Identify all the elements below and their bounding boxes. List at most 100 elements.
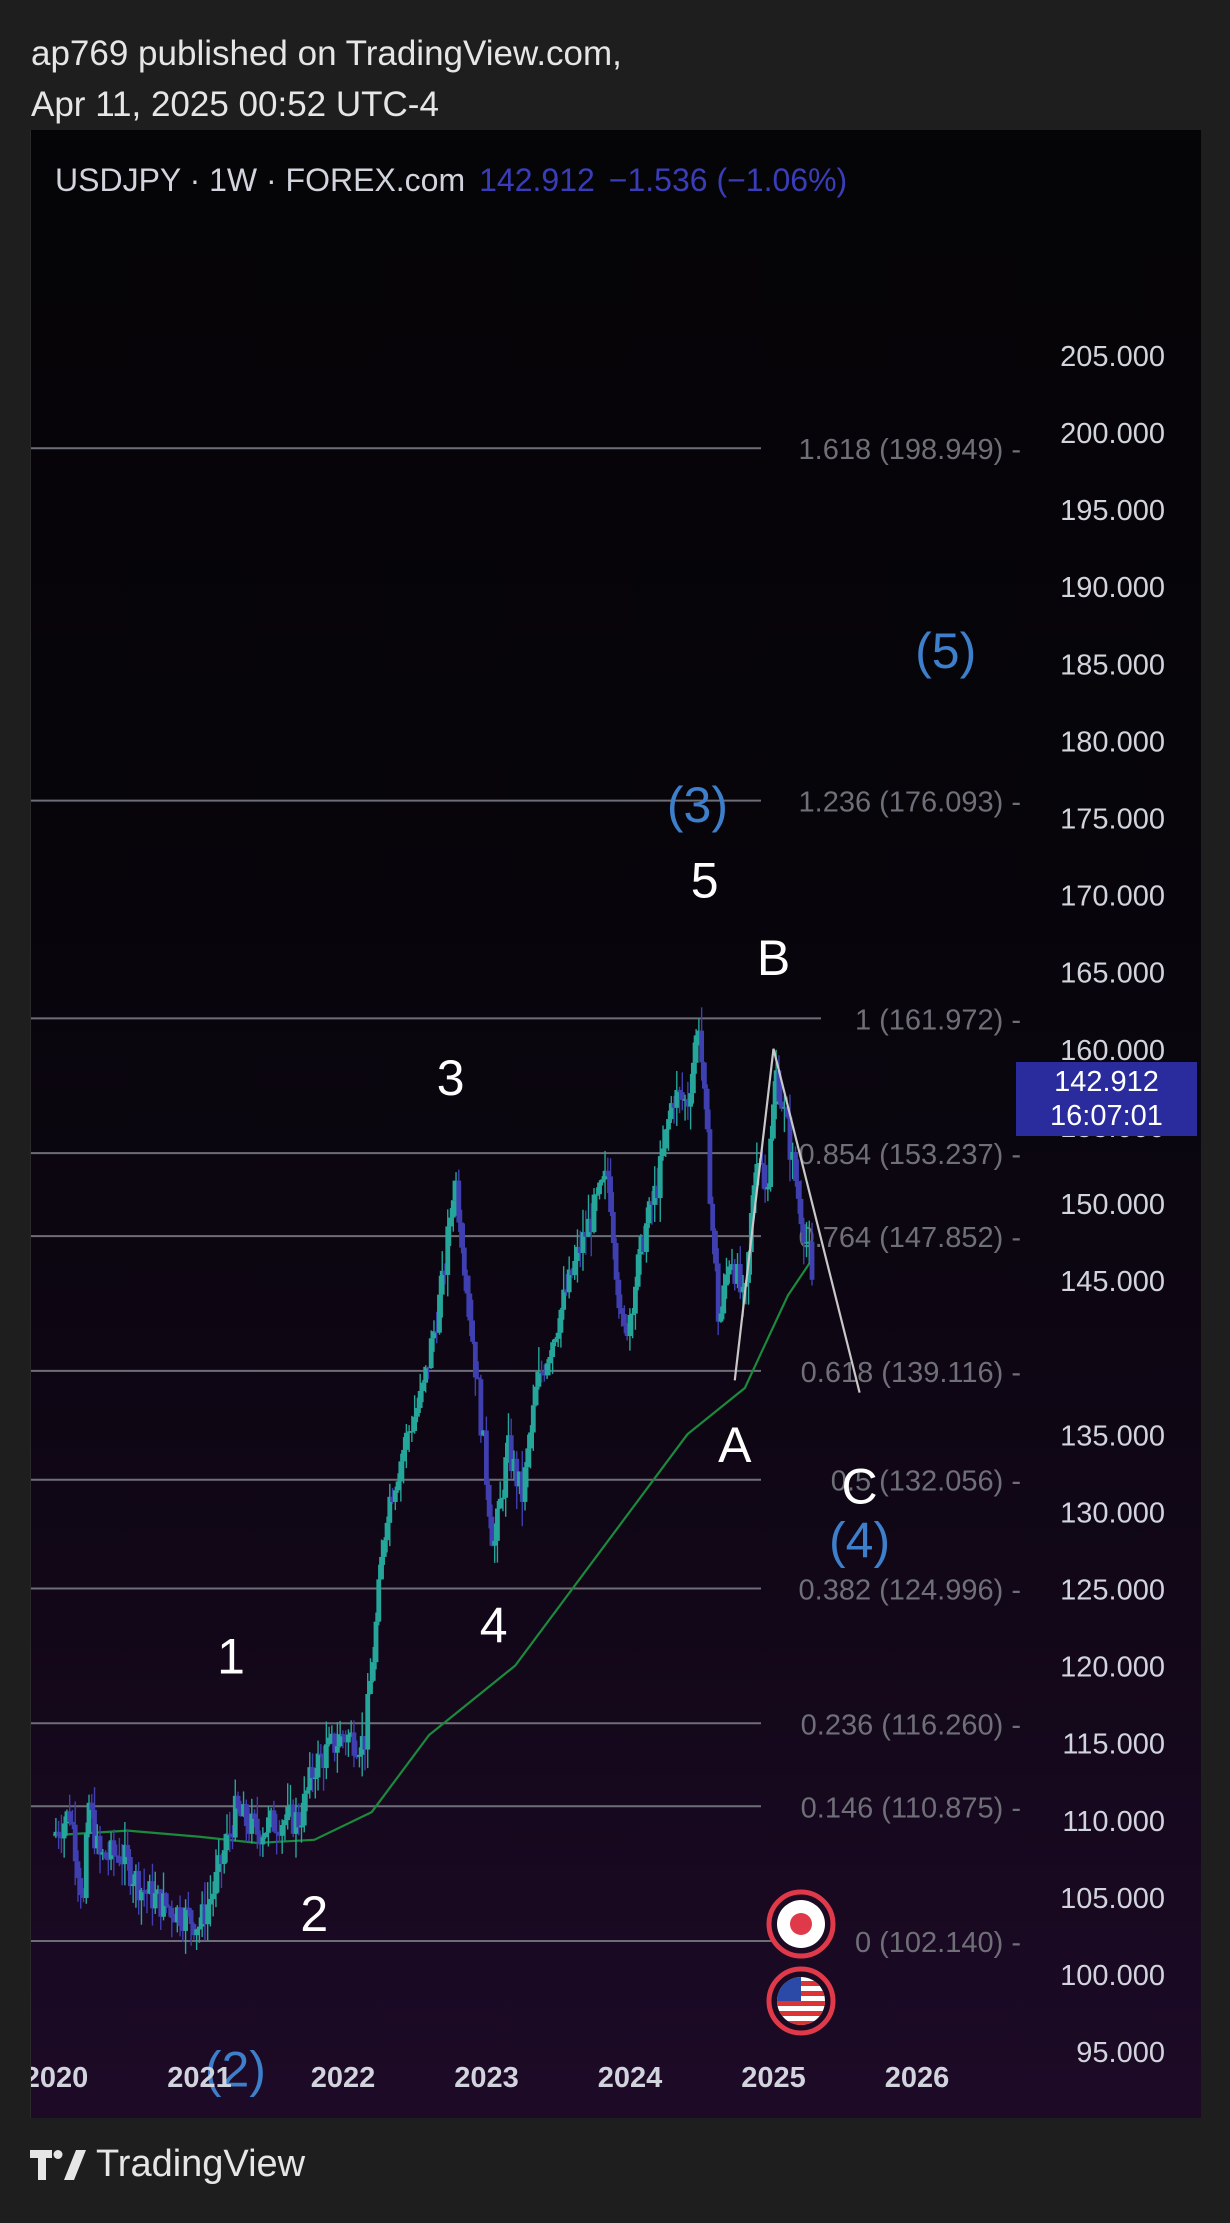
price-tick-label: 90.000 — [1076, 2114, 1165, 2118]
tradingview-footer[interactable]: TradingView — [30, 2143, 305, 2186]
candle-body — [605, 1170, 611, 1177]
candle-body — [448, 1217, 453, 1227]
candle-body — [707, 1129, 713, 1204]
candle-body — [265, 1817, 271, 1833]
tradingview-logo-icon — [30, 2149, 86, 2180]
fib-retracement: 1.618 (198.949) - 1.236 (176.093) - 1 (161… — [31, 434, 1021, 1959]
candle-body — [445, 1226, 451, 1275]
footer-brand: TradingView — [96, 2143, 306, 2185]
candle-body — [809, 1241, 815, 1280]
candle-body — [599, 1179, 605, 1183]
fib-level-label: 0.236 (116.260) - — [801, 1709, 1021, 1741]
candle-body — [312, 1777, 318, 1780]
price-tick-label: 125.000 — [1060, 1575, 1165, 1607]
bar-countdown: 16:07:01 — [1050, 1100, 1163, 1132]
us-flag-event-icon[interactable] — [766, 1966, 836, 2036]
publish-info: ap769 published on TradingView.com, Apr … — [31, 28, 622, 130]
candle-body — [166, 1906, 172, 1908]
candle-body — [403, 1432, 409, 1450]
candle-body — [619, 1308, 625, 1314]
chart-panel[interactable]: 1.618 (198.949) - 1.236 (176.093) - 1 (161… — [30, 130, 1201, 2118]
candle-body — [221, 1850, 227, 1864]
candle-body — [475, 1377, 481, 1380]
price-tick-label: 105.000 — [1060, 1883, 1165, 1915]
wave-label: 1 — [217, 1628, 245, 1684]
candle-body — [334, 1746, 340, 1753]
candle-body — [450, 1200, 456, 1218]
last-price-value: 142.912 — [1054, 1066, 1159, 1098]
candle-body — [627, 1314, 633, 1337]
candle-body — [536, 1371, 542, 1387]
candle-body — [103, 1852, 108, 1859]
candle-body — [528, 1432, 533, 1449]
candle-body — [213, 1871, 219, 1894]
candle-body — [252, 1813, 257, 1819]
price-tick-label: 120.000 — [1060, 1652, 1165, 1684]
candle-body — [459, 1222, 464, 1248]
legend-change: −1.536 (−1.06%) — [608, 162, 848, 198]
price-tick-label: 195.000 — [1060, 495, 1165, 527]
time-tick-label: 2026 — [885, 2062, 950, 2094]
price-tick-label: 110.000 — [1062, 1806, 1165, 1838]
candle-body — [660, 1148, 666, 1157]
fib-level-label: 1 (161.972) - — [855, 1004, 1021, 1036]
candle-body — [420, 1382, 426, 1391]
candle-body — [398, 1461, 404, 1482]
time-tick-label: 2021 — [167, 2062, 232, 2094]
candle-body — [525, 1448, 531, 1468]
wave-label: 3 — [437, 1050, 465, 1106]
candle-body — [467, 1293, 473, 1321]
candle-body — [693, 1035, 699, 1063]
candle-body — [533, 1386, 539, 1406]
price-tick-label: 135.000 — [1060, 1420, 1165, 1452]
wave-label: C — [842, 1459, 878, 1515]
symbol-legend[interactable]: USDJPY · 1W · FOREX.com 142.912 −1.536 (−1… — [55, 162, 847, 199]
candle-body — [423, 1366, 429, 1383]
candle-body — [674, 1090, 680, 1108]
candle-body — [594, 1194, 600, 1196]
candle-body — [163, 1893, 169, 1907]
candle-body — [472, 1341, 478, 1378]
candle-body — [561, 1289, 567, 1310]
candle-body — [89, 1802, 95, 1810]
candle-body — [409, 1431, 415, 1433]
wave-label: 5 — [691, 853, 719, 909]
time-tick-label: 2023 — [454, 2062, 519, 2094]
candle-body — [254, 1818, 260, 1835]
wave-label: B — [757, 930, 790, 986]
fib-level-label: 1.236 (176.093) - — [799, 787, 1021, 819]
candle-body — [346, 1734, 351, 1743]
candle-body — [663, 1129, 669, 1149]
candle-body — [263, 1832, 269, 1838]
candle-body — [282, 1820, 288, 1826]
price-tick-label: 175.000 — [1060, 804, 1165, 836]
candle-body — [56, 1831, 62, 1837]
candle-body — [351, 1732, 357, 1756]
symbol-info: USDJPY · 1W · FOREX.com — [55, 162, 466, 198]
candle-body — [801, 1224, 807, 1244]
candle-body — [296, 1812, 302, 1828]
candle-body — [301, 1793, 307, 1826]
candle-body — [315, 1753, 321, 1778]
fib-level-label: 0.854 (153.237) - — [799, 1139, 1021, 1171]
last-price-badge: 142.912 16:07:01 — [1016, 1062, 1197, 1136]
candle-body — [635, 1254, 641, 1287]
fib-level-label: 0.146 (110.875) - — [801, 1792, 1021, 1824]
candle-body — [550, 1342, 556, 1357]
candle-body — [530, 1405, 536, 1433]
candle-body — [111, 1840, 117, 1856]
candle-body — [726, 1266, 732, 1275]
candle-body — [630, 1313, 636, 1316]
candle-body — [224, 1833, 230, 1851]
price-tick-label: 165.000 — [1060, 958, 1165, 990]
fib-level-label: 0.764 (147.852) - — [799, 1222, 1021, 1254]
candle-body — [183, 1907, 188, 1931]
candle-body — [495, 1508, 500, 1541]
candle-body — [437, 1294, 442, 1333]
candle-body — [591, 1194, 597, 1233]
economic-event-icon[interactable] — [766, 1889, 836, 1959]
candle-body — [72, 1824, 78, 1862]
candle-body — [379, 1556, 384, 1580]
wave-label: (5) — [915, 623, 976, 679]
candle-body — [243, 1804, 249, 1827]
